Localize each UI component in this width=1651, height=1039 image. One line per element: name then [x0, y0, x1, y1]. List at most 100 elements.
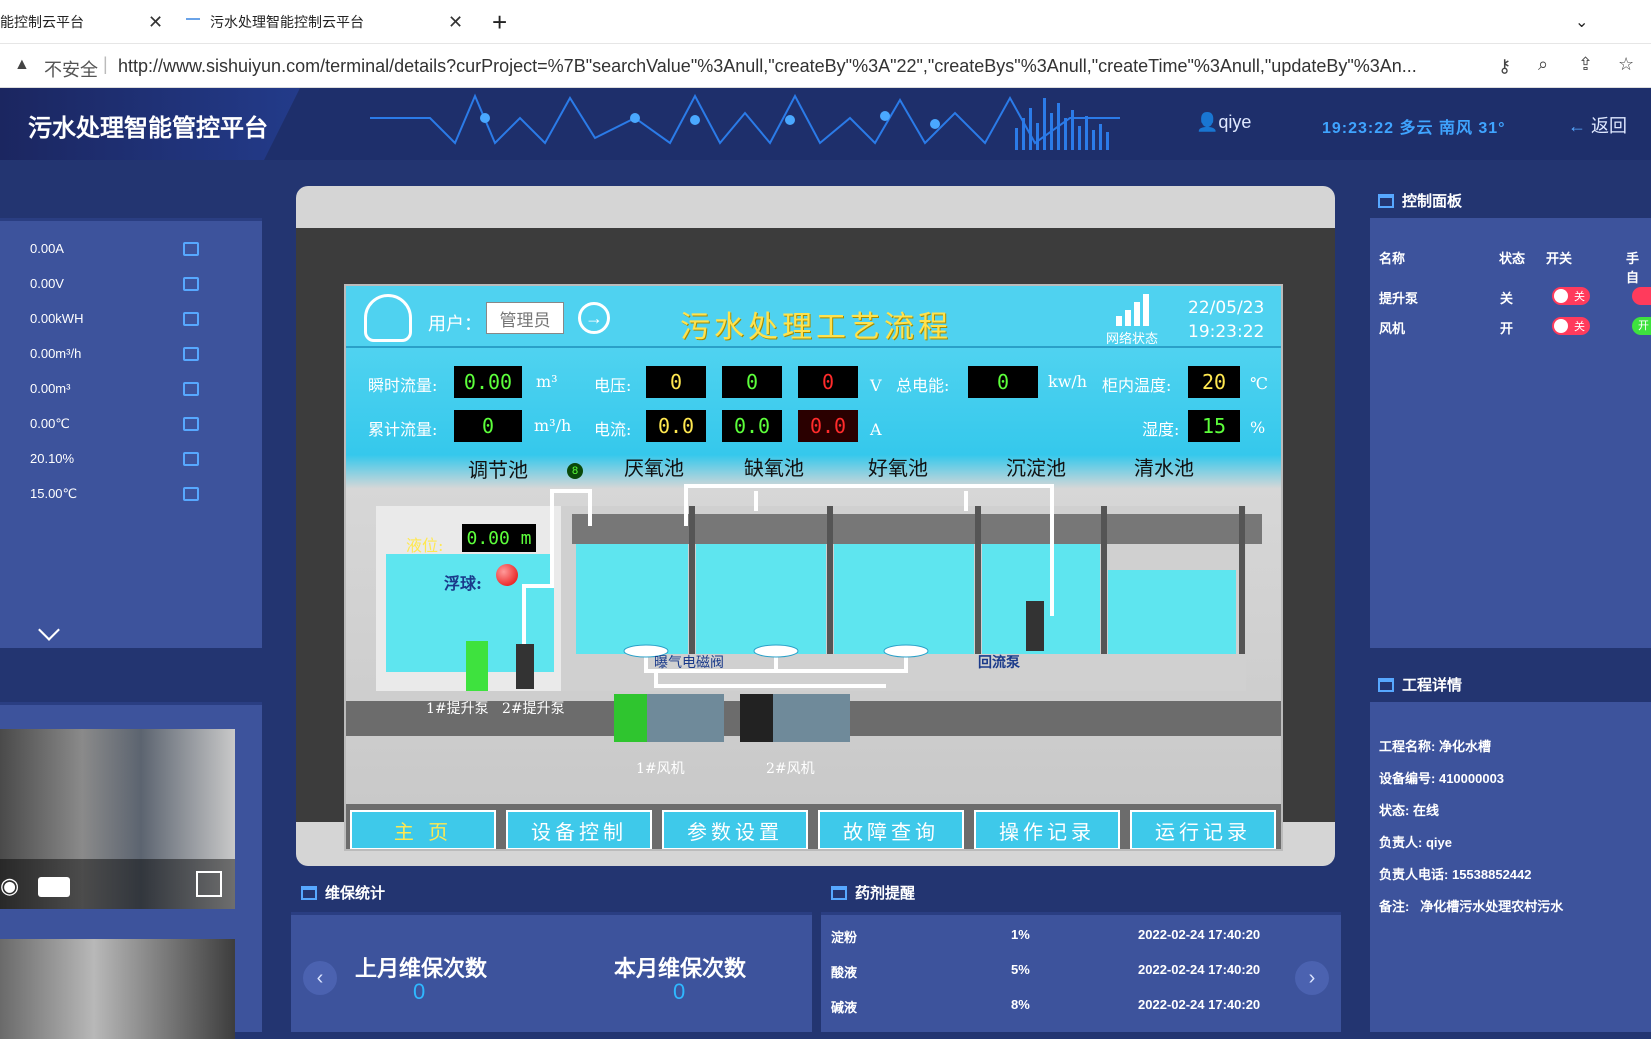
chart-icon[interactable]: [183, 452, 199, 466]
record-icon[interactable]: [38, 877, 70, 897]
control-panel-title: 控制面板: [1378, 190, 1462, 211]
hmi-nav-home[interactable]: 主 页: [350, 810, 496, 849]
chemical-time: 2022-02-24 17:40:20: [1138, 927, 1261, 942]
fan-switch[interactable]: 关: [1552, 317, 1590, 335]
field-label: 备注:: [1379, 899, 1410, 914]
panel-title-icon: [301, 886, 317, 900]
voltage-display-2: 0: [722, 366, 782, 398]
hmi-nav-run-log[interactable]: 运行记录: [1130, 810, 1276, 849]
current-unit: A: [870, 420, 882, 439]
current-label: 电流:: [594, 420, 632, 439]
chemical-time: 2022-02-24 17:40:20: [1138, 962, 1261, 977]
chart-icon[interactable]: [183, 347, 199, 361]
chemical-pct: 8%: [1011, 997, 1030, 1012]
fullscreen-icon[interactable]: [196, 871, 222, 897]
close-tab-icon[interactable]: ✕: [148, 12, 163, 33]
chemicals-title-text: 药剂提醒: [855, 885, 916, 902]
camera-feed-2[interactable]: [0, 939, 235, 1039]
reading-flow: 0.00m³/h: [30, 346, 82, 361]
fan1-label: 1#风机: [636, 761, 685, 777]
gear-user-icon: [364, 294, 412, 342]
login-icon[interactable]: →: [578, 302, 610, 334]
inst-flow-label: 瞬时流量:: [368, 376, 438, 395]
close-tab-icon[interactable]: ✕: [448, 12, 463, 33]
user-name: qiye: [1218, 112, 1252, 132]
user-menu[interactable]: 👤qiye: [1196, 112, 1251, 133]
key-icon[interactable]: ⚷: [1498, 56, 1511, 77]
humidity-display: 15: [1188, 410, 1240, 442]
share-icon[interactable]: ⇪: [1578, 54, 1593, 75]
float-status-indicator: [496, 564, 518, 586]
float-label: 浮球:: [444, 574, 482, 593]
hmi-nav-faults[interactable]: 故障查询: [818, 810, 964, 849]
this-month-value: 0: [673, 979, 686, 1004]
pump1-label: 1#提升泵: [426, 701, 489, 717]
app-title: 污水处理智能管控平台: [28, 115, 268, 142]
back-button[interactable]: ← 返回: [1568, 112, 1627, 138]
return-pump-label: 回流泵: [978, 655, 1020, 671]
chemicals-panel: 淀粉 1% 2022-02-24 17:40:20 酸液 5% 2022-02-…: [821, 912, 1341, 1032]
remark-row: 备注: 净化槽污水处理农村污水: [1379, 896, 1563, 915]
reading-voltage: 0.00V: [30, 276, 64, 291]
owner-row: 负责人: qiye: [1379, 832, 1452, 851]
hmi-nav-parameters[interactable]: 参数设置: [662, 810, 808, 849]
network-label: 网络状态: [1106, 332, 1159, 347]
fan2-icon: [740, 694, 850, 742]
new-tab-icon[interactable]: +: [492, 0, 507, 44]
snapshot-icon[interactable]: ◉: [0, 873, 19, 899]
zoom-icon[interactable]: ⌕: [1538, 54, 1548, 75]
browser-tab-1[interactable]: 能控制云平台 ✕: [0, 0, 170, 44]
reading-temp: 0.00℃: [30, 416, 70, 431]
control-row-state: 开: [1500, 321, 1514, 336]
prev-arrow-icon[interactable]: ‹: [303, 961, 337, 995]
next-arrow-icon[interactable]: ›: [1295, 961, 1329, 995]
pump2-label: 2#提升泵: [502, 701, 565, 717]
switch-label: 关: [1574, 291, 1585, 303]
col-name: 名称: [1379, 251, 1406, 266]
level-label: 液位:: [406, 536, 444, 555]
user-label: 用户：: [428, 314, 482, 335]
cum-flow-display: 0: [454, 410, 522, 442]
chemical-name: 酸液: [831, 965, 858, 980]
field-value: qiye: [1425, 835, 1452, 850]
lift-pump-mode-switch[interactable]: [1632, 287, 1651, 305]
favicon-icon: [186, 18, 200, 26]
chart-icon[interactable]: [183, 242, 199, 256]
chemical-pct: 1%: [1011, 927, 1030, 942]
maintenance-title: 维保统计: [301, 882, 385, 903]
security-label[interactable]: 不安全: [44, 56, 98, 82]
field-value: 15538852442: [1451, 867, 1532, 882]
voltage-unit: V: [870, 376, 882, 395]
warning-icon[interactable]: ▲: [14, 56, 30, 74]
project-panel-title: 工程详情: [1378, 674, 1462, 695]
hmi-title: 污水处理工艺流程: [680, 310, 952, 345]
chart-icon[interactable]: [183, 487, 199, 501]
chart-icon[interactable]: [183, 312, 199, 326]
user-field[interactable]: 管理员: [486, 302, 564, 334]
col-state: 状态: [1499, 251, 1526, 266]
control-row-name: 风机: [1379, 321, 1406, 336]
bookmark-star-icon[interactable]: ☆: [1618, 54, 1634, 75]
weather-status: 19:23:22 多云 南风 31°: [1322, 120, 1506, 137]
control-panel-title-text: 控制面板: [1402, 193, 1463, 210]
project-name-row: 工程名称: 净化水槽: [1379, 736, 1491, 755]
url-input[interactable]: http://www.sishuiyun.com/terminal/detail…: [118, 56, 1478, 77]
header-wave-decoration: [370, 93, 1120, 150]
browser-tab-2[interactable]: 污水处理智能控制云平台 ✕: [186, 0, 466, 44]
fan-mode-switch[interactable]: 开: [1632, 317, 1651, 335]
reading-cabinet-temp: 15.00℃: [30, 486, 78, 501]
field-label: 负责人电话:: [1379, 867, 1449, 882]
hmi-nav-operation-log[interactable]: 操作记录: [974, 810, 1120, 849]
chart-icon[interactable]: [183, 277, 199, 291]
tab-list-chevron-icon[interactable]: ⌄: [1575, 0, 1588, 44]
camera-feed-1[interactable]: ◉: [0, 729, 235, 909]
chart-icon[interactable]: [183, 417, 199, 431]
chevron-down-icon[interactable]: [38, 619, 60, 641]
control-row-name: 提升泵: [1379, 291, 1419, 306]
hmi-nav-device-control[interactable]: 设备控制: [506, 810, 652, 849]
tab-label: 污水处理智能控制云平台: [210, 14, 364, 30]
lift-pump-switch[interactable]: 关: [1552, 287, 1590, 305]
current-display-2: 0.0: [722, 410, 782, 442]
chart-icon[interactable]: [183, 382, 199, 396]
app-logo: 污水处理智能管控平台: [0, 88, 300, 160]
